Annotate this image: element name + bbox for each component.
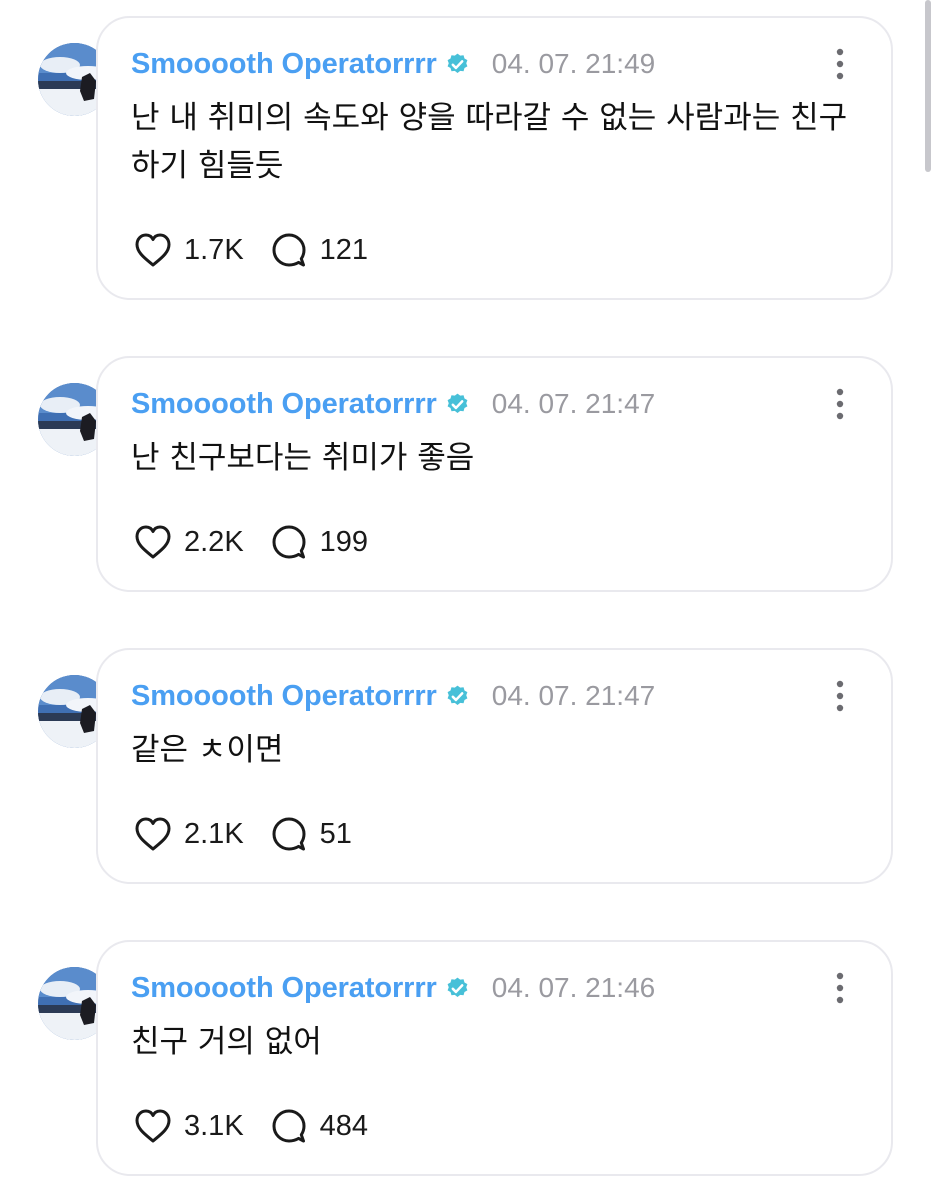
like-count: 2.2K — [184, 525, 244, 558]
more-options-icon[interactable] — [835, 680, 845, 712]
comment-icon — [272, 817, 306, 851]
reply-count: 51 — [319, 817, 352, 850]
post-timestamp: 04. 07. 21:49 — [491, 48, 656, 79]
post-card[interactable]: Smooooth Operatorrrr 04. 07. 21:47 같은 ㅊ이… — [96, 648, 893, 884]
reply-button[interactable]: 484 — [270, 1107, 368, 1145]
verified-badge-icon — [445, 684, 470, 709]
post-header: Smooooth Operatorrrr 04. 07. 21:49 — [131, 46, 655, 82]
post-actions: 1.7K 121 — [134, 230, 394, 270]
username[interactable]: Smooooth Operatorrrr — [131, 972, 437, 1005]
post-timestamp: 04. 07. 21:47 — [491, 680, 656, 711]
post-text: 친구 거의 없어 — [131, 1024, 322, 1060]
post-actions: 3.1K 484 — [134, 1106, 394, 1146]
post-header: Smooooth Operatorrrr 04. 07. 21:46 — [131, 970, 655, 1006]
like-count: 2.1K — [184, 817, 244, 850]
more-options-icon[interactable] — [835, 972, 845, 1004]
verified-badge-icon — [445, 52, 470, 77]
scrollbar[interactable] — [925, 0, 931, 172]
post-card[interactable]: Smooooth Operatorrrr 04. 07. 21:46 친구 거의… — [96, 940, 893, 1176]
reply-button[interactable]: 199 — [270, 523, 368, 561]
post-card[interactable]: Smooooth Operatorrrr 04. 07. 21:49 난 내 취… — [96, 16, 893, 300]
verified-badge-icon — [445, 976, 470, 1001]
username[interactable]: Smooooth Operatorrrr — [131, 680, 437, 713]
more-options-icon[interactable] — [835, 48, 845, 80]
comment-icon — [272, 233, 306, 267]
like-button[interactable]: 3.1K — [134, 1108, 244, 1144]
heart-icon — [135, 525, 171, 559]
post-text: 난 내 취미의 속도와 양을 따라갈 수 없는 사람과는 친구하기 힘들듯 — [131, 100, 848, 184]
reply-button[interactable]: 51 — [270, 815, 352, 853]
reply-count: 199 — [319, 525, 369, 558]
post-timestamp: 04. 07. 21:46 — [491, 972, 656, 1003]
reply-count: 121 — [319, 233, 369, 266]
username[interactable]: Smooooth Operatorrrr — [131, 388, 437, 421]
reply-button[interactable]: 121 — [270, 231, 368, 269]
post-actions: 2.1K 51 — [134, 814, 378, 854]
like-count: 1.7K — [184, 233, 244, 266]
post-actions: 2.2K 199 — [134, 522, 394, 562]
comment-icon — [272, 525, 306, 559]
more-options-icon[interactable] — [835, 388, 845, 420]
post-text: 난 친구보다는 취미가 좋음 — [131, 440, 475, 476]
like-button[interactable]: 1.7K — [134, 232, 244, 268]
post-card[interactable]: Smooooth Operatorrrr 04. 07. 21:47 난 친구보… — [96, 356, 893, 592]
like-button[interactable]: 2.2K — [134, 524, 244, 560]
reply-count: 484 — [319, 1109, 369, 1142]
heart-icon — [135, 233, 171, 267]
like-count: 3.1K — [184, 1109, 244, 1142]
post-header: Smooooth Operatorrrr 04. 07. 21:47 — [131, 678, 655, 714]
like-button[interactable]: 2.1K — [134, 816, 244, 852]
verified-badge-icon — [445, 392, 470, 417]
post-text: 같은 ㅊ이면 — [131, 732, 284, 768]
username[interactable]: Smooooth Operatorrrr — [131, 48, 437, 81]
post-header: Smooooth Operatorrrr 04. 07. 21:47 — [131, 386, 655, 422]
heart-icon — [135, 817, 171, 851]
comment-icon — [272, 1109, 306, 1143]
heart-icon — [135, 1109, 171, 1143]
post-timestamp: 04. 07. 21:47 — [491, 388, 656, 419]
